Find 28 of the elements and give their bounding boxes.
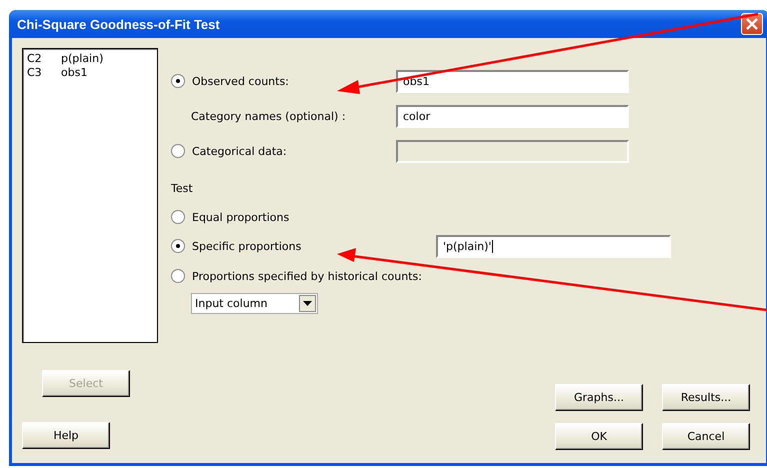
option-label: Categorical data: <box>192 144 287 158</box>
help-button[interactable]: Help <box>22 422 110 449</box>
column-id[interactable]: C3 <box>27 66 61 80</box>
option-label: Proportions specified by historical counts: <box>192 270 422 282</box>
column-name[interactable]: obs1 <box>61 66 88 80</box>
group-label: Test <box>171 181 194 197</box>
input-field[interactable]: 'p(plain)' <box>436 234 671 258</box>
dialog-button[interactable]: OK <box>555 423 643 450</box>
column-id[interactable]: C2 <box>27 52 61 66</box>
dialog-button[interactable]: Graphs... <box>555 384 643 411</box>
close-icon <box>746 18 758 30</box>
radio-button[interactable] <box>171 210 185 224</box>
option-label: Equal proportions <box>192 210 290 224</box>
dialog-button[interactable]: Cancel <box>662 423 750 450</box>
field-label: Category names (optional) : <box>191 110 346 122</box>
radio-button[interactable] <box>171 269 185 283</box>
input-field[interactable]: obs1 <box>396 70 629 92</box>
option-label: Specific proportions <box>192 240 302 252</box>
radio-button[interactable] <box>171 239 185 253</box>
window-title: Chi-Square Goodness-of-Fit Test <box>17 16 220 32</box>
variable-list[interactable]: C2 p(plain) C3 obs1 <box>22 48 158 343</box>
dialog-button[interactable]: Results... <box>662 384 750 411</box>
close-button[interactable] <box>741 13 763 35</box>
input-field[interactable]: color <box>396 104 629 128</box>
radio-button[interactable] <box>171 74 185 88</box>
column-name[interactable]: p(plain) <box>61 52 104 66</box>
dropdown[interactable]: Input column <box>191 293 318 314</box>
option-label: Observed counts: <box>192 74 289 88</box>
